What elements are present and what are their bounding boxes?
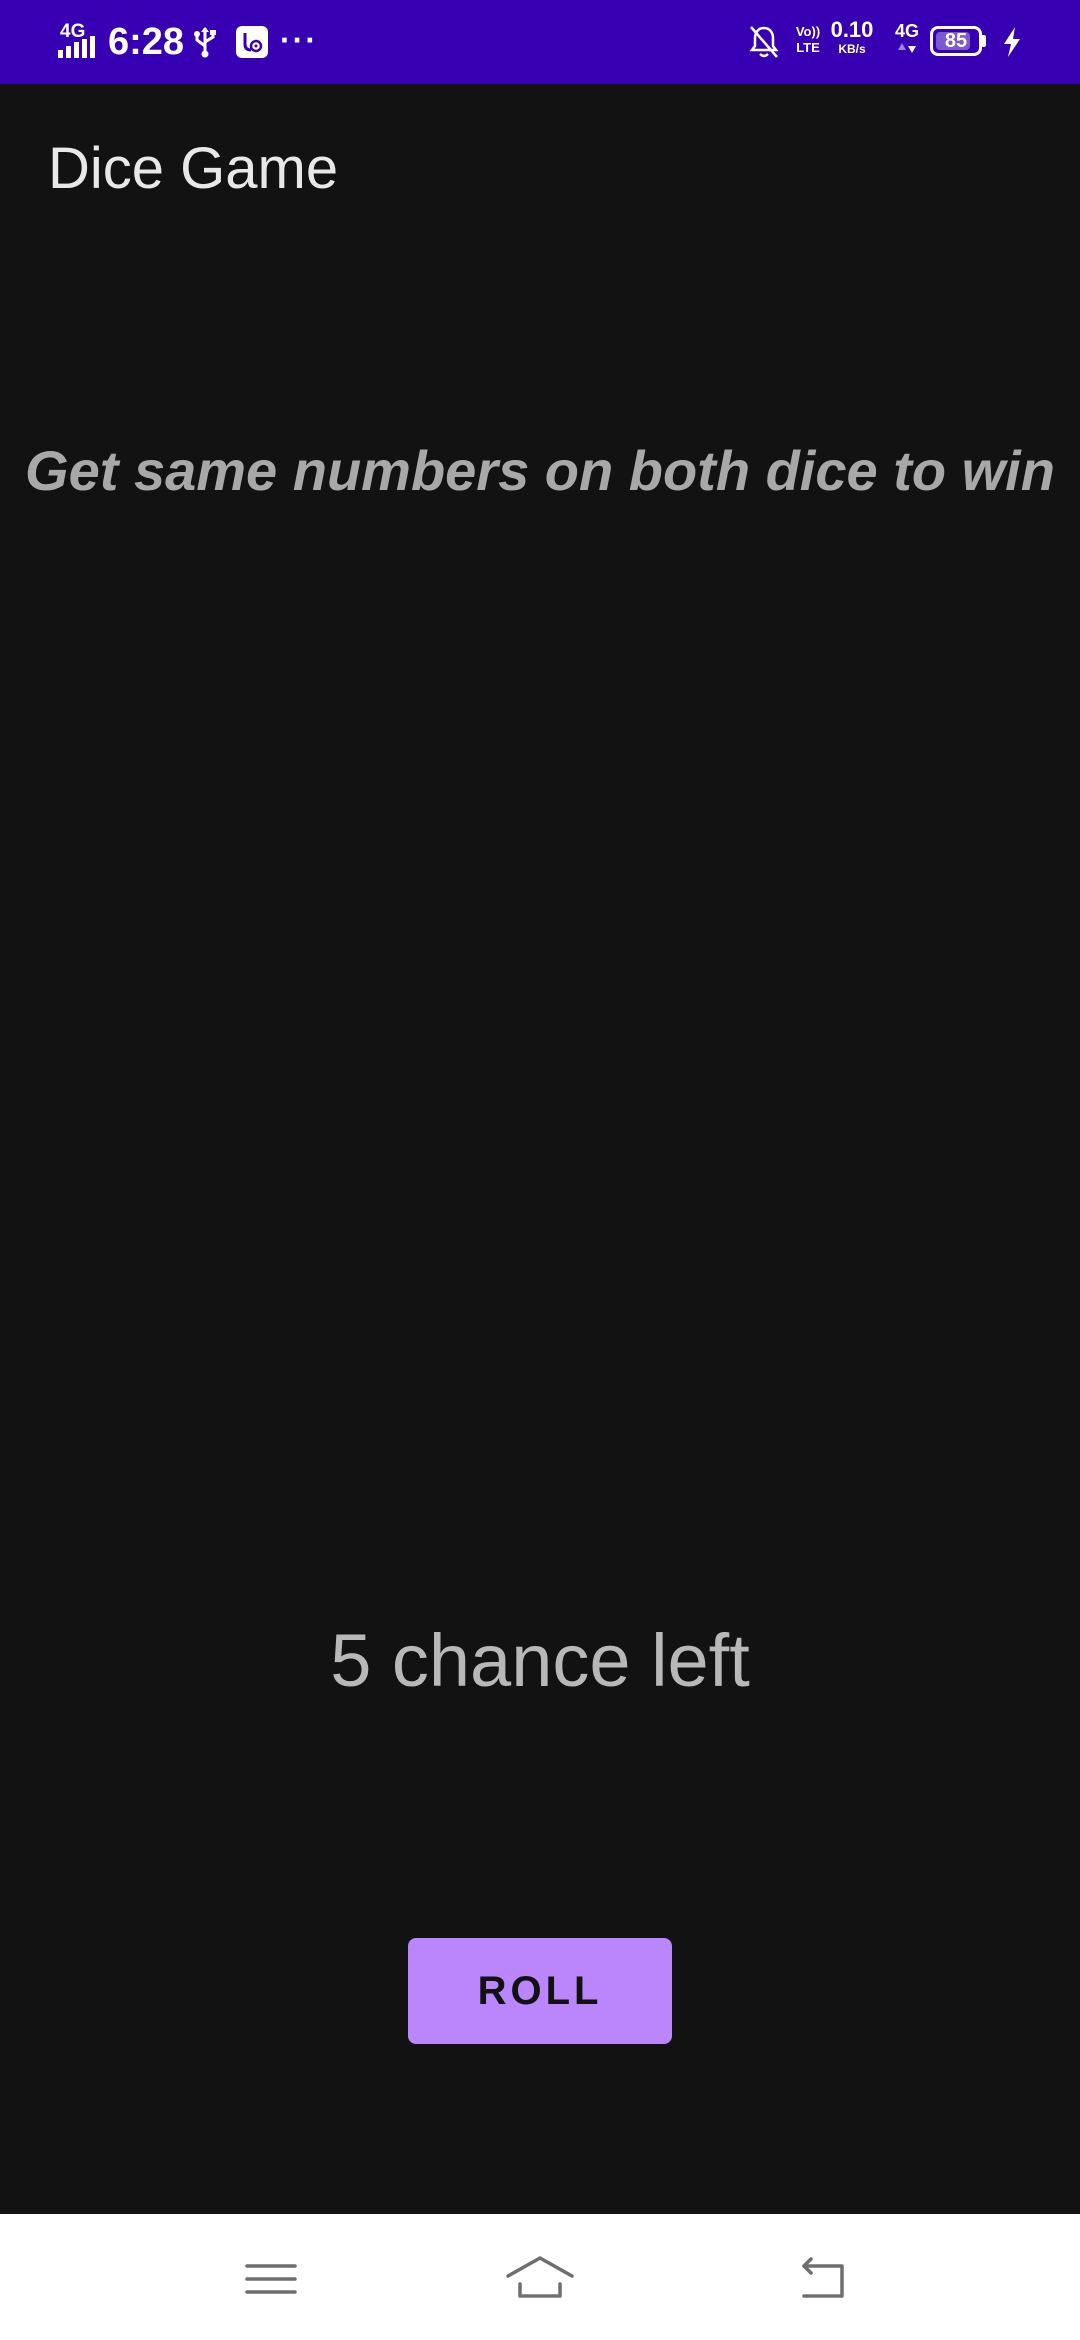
navigation-bar: [0, 2214, 1080, 2340]
game-instruction: Get same numbers on both dice to win: [25, 439, 1055, 502]
network-speed-unit: KB/s: [838, 42, 866, 56]
back-icon: [802, 2257, 844, 2298]
roll-button[interactable]: ROLL: [408, 1938, 672, 2044]
app-badge-icon: [236, 26, 268, 58]
signal-icon: [58, 36, 95, 58]
data-network-label: 4G: [894, 21, 919, 41]
volte-icon: Vo)) LTE: [791, 24, 825, 60]
battery-icon: 85: [930, 26, 986, 56]
battery-tip: [982, 35, 986, 47]
app-title: Dice Game: [48, 136, 339, 201]
battery-level: 85: [944, 30, 968, 52]
menu-button[interactable]: [231, 2244, 311, 2314]
status-bar: 4G 6:28 ··· Vo)) LTE 0.10 KB/s 4G 85: [0, 0, 1080, 84]
usb-icon: [194, 27, 216, 58]
volte-bottom-label: LTE: [796, 40, 820, 55]
notifications-muted-icon: [749, 26, 779, 58]
charging-icon: [1004, 27, 1020, 57]
clock-time: 6:28: [108, 21, 185, 63]
data-arrows-icon: [898, 43, 916, 53]
network-speed: 0.10 KB/s: [826, 17, 878, 57]
home-icon: [506, 2256, 574, 2298]
menu-icon: [245, 2264, 297, 2294]
back-button[interactable]: [784, 2244, 864, 2314]
volte-top-label: Vo)): [795, 24, 821, 39]
network-speed-value: 0.10: [830, 17, 874, 42]
app-screen: 4G 6:28 ··· Vo)) LTE 0.10 KB/s 4G 85 Dic…: [0, 0, 1080, 2340]
data-network-indicator: 4G: [892, 22, 922, 62]
chances-left-text: 5 chance left: [330, 1619, 750, 1702]
more-notifications-indicator: ···: [280, 22, 318, 58]
home-button[interactable]: [500, 2244, 580, 2314]
